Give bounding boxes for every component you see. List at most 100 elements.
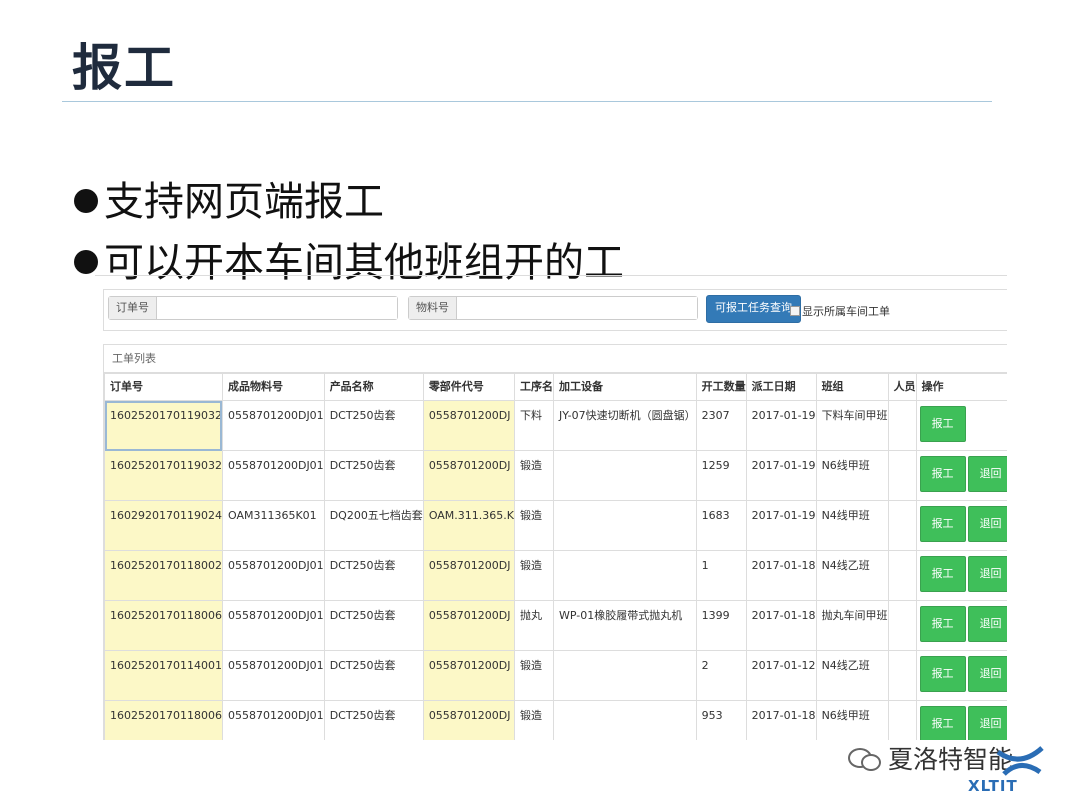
report-button[interactable]: 报工 <box>919 706 966 740</box>
report-button[interactable]: 报工 <box>919 656 966 692</box>
cell-part-code: 0558701200DJ <box>422 450 516 501</box>
return-button[interactable]: 退回 <box>967 556 1007 592</box>
report-button[interactable]: 报工 <box>919 456 966 492</box>
cell-actions: 报工 退回 <box>915 650 1007 701</box>
cell-actions: 报工 退回 <box>915 700 1007 740</box>
table-row: 1602520170118002 0558701200DJ01 DCT250齿套 05… <box>104 550 1007 601</box>
cell-person <box>887 700 917 740</box>
cell-part-code: OAM.311.365.K <box>422 500 516 551</box>
column-header: 产品名称 <box>323 373 424 401</box>
column-header: 成品物料号 <box>221 373 325 401</box>
material-number-field: 物料号 <box>408 296 698 320</box>
slide-title: 报工 <box>72 39 176 97</box>
cell-part-code: 0558701200DJ <box>422 400 516 451</box>
cell-product-code: 0558701200DJ01 <box>221 400 325 451</box>
cell-process: 锻造 <box>514 500 554 551</box>
column-header: 零部件代号 <box>422 373 516 401</box>
bullet-item: 支持网页端报工 <box>74 172 624 233</box>
column-header: 操作 <box>915 373 1007 401</box>
table-row: 1602920170119024 OAM311365K01 DQ200五七档齿套 OA… <box>104 500 1007 551</box>
column-header: 人员 <box>887 373 917 401</box>
return-button[interactable]: 退回 <box>967 456 1007 492</box>
cell-product-name: DCT250齿套 <box>323 650 424 701</box>
order-number-label: 订单号 <box>109 297 157 319</box>
cell-actions: 报工 退回 <box>915 550 1007 601</box>
table-row: 1602520170118006 0558701200DJ01 DCT250齿套 05… <box>104 600 1007 651</box>
search-bar: 订单号 物料号 可报工任务查询 显示所属车间工单 <box>103 289 1007 331</box>
cell-order-number: 1602520170118002 <box>104 550 223 601</box>
cell-quantity: 2307 <box>695 400 747 451</box>
bullet-dot-icon <box>74 189 98 213</box>
material-number-input[interactable] <box>457 297 697 319</box>
cell-order-number: 1602920170119024 <box>104 500 223 551</box>
work-order-panel: 工单列表 订单号 成品物料号 产品名称 零部件代号 工序名 加工设备 开工数量 … <box>103 344 1007 740</box>
order-number-input[interactable] <box>157 297 397 319</box>
task-query-button[interactable]: 可报工任务查询 <box>706 295 801 323</box>
cell-product-name: DCT250齿套 <box>323 700 424 740</box>
cell-equipment <box>553 550 697 601</box>
cell-person <box>887 450 917 501</box>
cell-quantity: 1683 <box>695 500 747 551</box>
cell-team: N4线乙班 <box>815 650 889 701</box>
return-button[interactable]: 退回 <box>967 606 1007 642</box>
cell-product-name: DCT250齿套 <box>323 450 424 501</box>
cell-process: 下料 <box>514 400 554 451</box>
column-header: 工序名 <box>514 373 554 401</box>
cell-order-number: 1602520170118006 <box>104 700 223 740</box>
cell-person <box>887 500 917 551</box>
cell-product-code: 0558701200DJ01 <box>221 650 325 701</box>
cell-equipment <box>553 450 697 501</box>
cell-actions: 报工 退回 <box>915 600 1007 651</box>
table-row: 1602520170119032 0558701200DJ01 DCT250齿套 05… <box>104 400 1007 451</box>
cell-order-number: 1602520170114001 <box>104 650 223 701</box>
table-header-row: 订单号 成品物料号 产品名称 零部件代号 工序名 加工设备 开工数量 派工日期 … <box>104 373 1007 401</box>
cell-product-code: 0558701200DJ01 <box>221 600 325 651</box>
cell-dispatch-date: 2017-01-19 <box>745 500 817 551</box>
workshop-checkbox[interactable]: 显示所属车间工单 <box>790 303 890 319</box>
return-button[interactable]: 退回 <box>967 656 1007 692</box>
cell-actions: 报工 退回 <box>915 450 1007 501</box>
cell-team: 抛丸车间甲班 <box>815 600 889 651</box>
cell-order-number: 1602520170119032 <box>104 450 223 501</box>
cell-order-number: 1602520170118006 <box>104 600 223 651</box>
embedded-screenshot: 订单号 物料号 可报工任务查询 显示所属车间工单 工单列表 订单号 成品物料号 <box>95 272 1007 740</box>
cell-team: N4线甲班 <box>815 500 889 551</box>
cell-dispatch-date: 2017-01-18 <box>745 600 817 651</box>
table-row: 1602520170114001 0558701200DJ01 DCT250齿套 05… <box>104 650 1007 701</box>
cell-equipment <box>553 500 697 551</box>
logo-text: XLTIT <box>968 777 1018 795</box>
frame-divider <box>95 275 1007 276</box>
cell-part-code: 0558701200DJ <box>422 650 516 701</box>
column-header: 订单号 <box>104 373 223 401</box>
title-divider <box>62 101 992 102</box>
cell-process: 锻造 <box>514 700 554 740</box>
bullet-text: 支持网页端报工 <box>104 179 384 225</box>
wechat-icon <box>848 746 882 771</box>
report-button[interactable]: 报工 <box>919 606 966 642</box>
cell-quantity: 1399 <box>695 600 747 651</box>
report-button[interactable]: 报工 <box>919 406 966 442</box>
cell-equipment: WP-01橡胶履带式抛丸机 <box>553 600 697 651</box>
cell-process: 锻造 <box>514 650 554 701</box>
cell-person <box>887 400 917 451</box>
material-number-label: 物料号 <box>409 297 457 319</box>
cell-quantity: 1259 <box>695 450 747 501</box>
return-button[interactable]: 退回 <box>967 706 1007 740</box>
checkbox-icon[interactable] <box>790 306 800 316</box>
report-button[interactable]: 报工 <box>919 506 966 542</box>
cell-dispatch-date: 2017-01-18 <box>745 700 817 740</box>
cell-product-name: DCT250齿套 <box>323 600 424 651</box>
cell-person <box>887 600 917 651</box>
cell-product-name: DCT250齿套 <box>323 550 424 601</box>
return-button[interactable]: 退回 <box>967 506 1007 542</box>
table-row: 1602520170118006 0558701200DJ01 DCT250齿套 05… <box>104 700 1007 740</box>
cell-dispatch-date: 2017-01-19 <box>745 400 817 451</box>
cell-product-code: 0558701200DJ01 <box>221 700 325 740</box>
cell-product-name: DQ200五七档齿套 <box>323 500 424 551</box>
column-header: 派工日期 <box>745 373 817 401</box>
cell-dispatch-date: 2017-01-12 <box>745 650 817 701</box>
cell-part-code: 0558701200DJ <box>422 600 516 651</box>
cell-quantity: 1 <box>695 550 747 601</box>
order-number-field: 订单号 <box>108 296 398 320</box>
report-button[interactable]: 报工 <box>919 556 966 592</box>
